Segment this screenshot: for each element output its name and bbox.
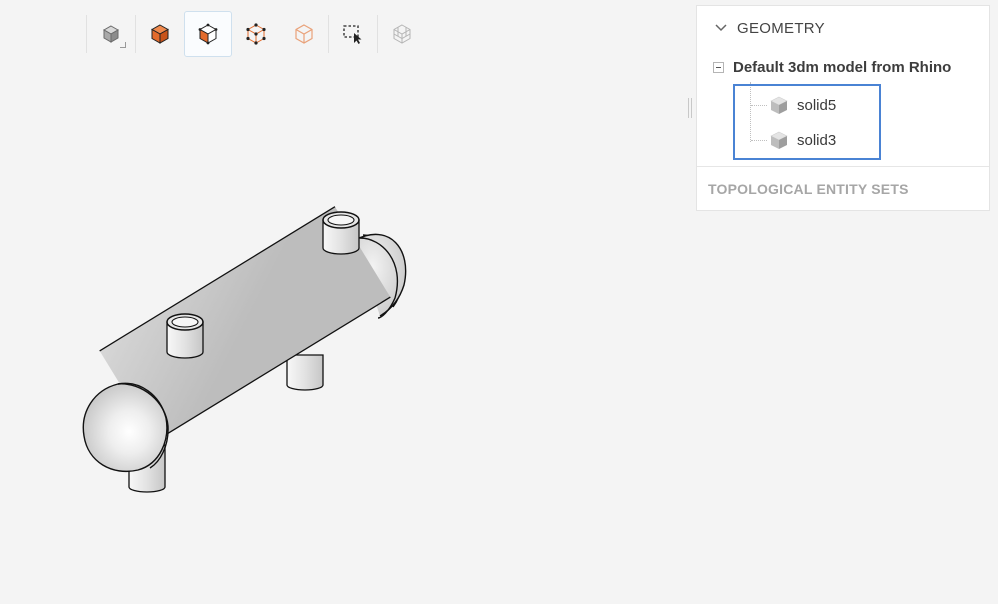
face-select-button[interactable]: [184, 11, 232, 57]
geometry-panel: GEOMETRY Default 3dm model from Rhino so…: [696, 5, 990, 211]
mesh-select-icon: [393, 24, 411, 44]
topological-entity-sets-header[interactable]: TOPOLOGICAL ENTITY SETS: [708, 181, 909, 197]
mesh-select-button[interactable]: [378, 11, 426, 57]
tree-root-node[interactable]: Default 3dm model from Rhino: [713, 59, 951, 76]
geometry-title: GEOMETRY: [737, 19, 825, 37]
face-select-icon: [198, 23, 218, 45]
chevron-down-icon[interactable]: [711, 18, 731, 38]
panel-divider: [697, 166, 989, 167]
geometry-header[interactable]: GEOMETRY: [711, 18, 825, 38]
box-select-button[interactable]: [329, 11, 377, 57]
solid-select-icon: [150, 24, 170, 44]
3d-viewport[interactable]: GEOMETRY Default 3dm model from Rhino so…: [0, 0, 998, 604]
edge-select-icon: [295, 24, 313, 44]
view-cube-button[interactable]: [87, 11, 135, 57]
solid-select-button[interactable]: [136, 11, 184, 57]
selection-toolbar: [86, 11, 426, 57]
edge-select-button[interactable]: [280, 11, 328, 57]
vertex-select-icon: [246, 23, 266, 45]
panel-resize-handle[interactable]: [688, 98, 692, 118]
view-cube-icon: [102, 25, 120, 43]
selection-highlight: [733, 84, 881, 160]
tree-root-label: Default 3dm model from Rhino: [733, 59, 952, 76]
box-select-icon: [343, 25, 362, 44]
collapse-toggle-icon[interactable]: [713, 62, 724, 73]
vertex-select-button[interactable]: [232, 11, 280, 57]
